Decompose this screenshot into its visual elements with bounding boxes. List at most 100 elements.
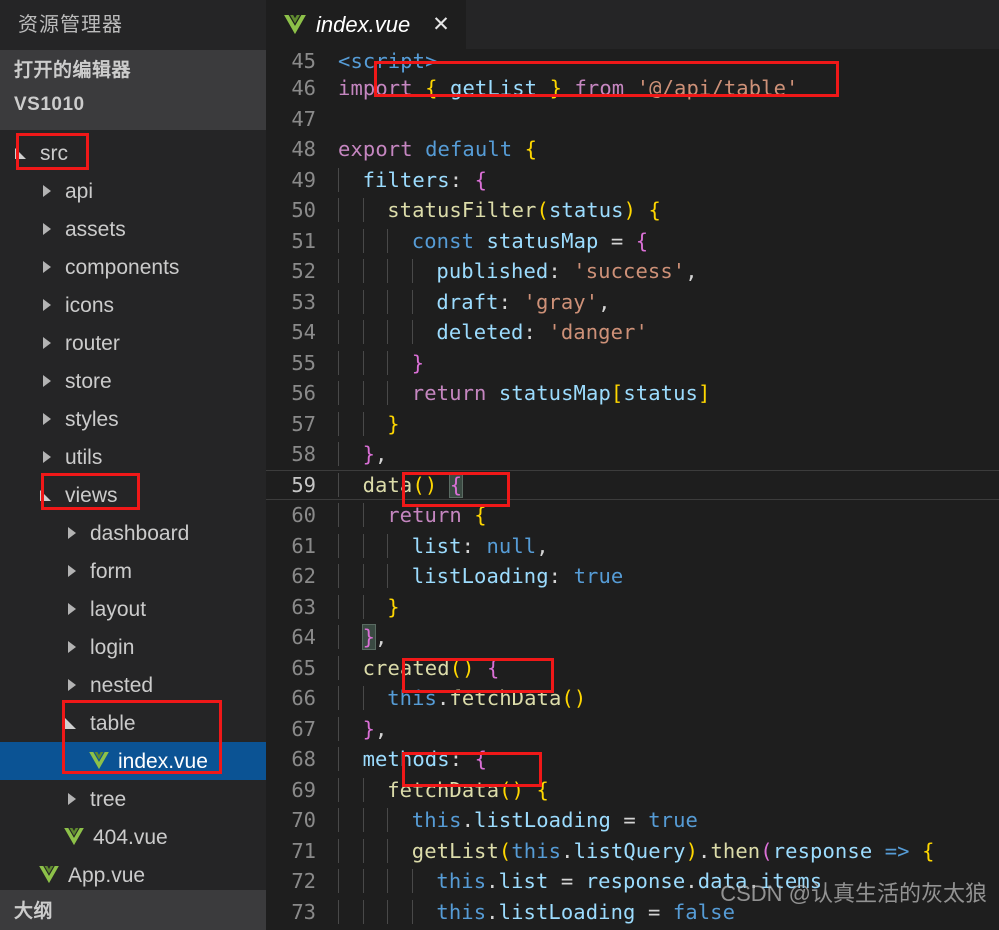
chevron-down-icon[interactable]	[14, 145, 30, 161]
tree-item-label: assets	[65, 217, 126, 241]
code-token: :	[548, 259, 574, 284]
code-line[interactable]: 69 fetchData() {	[266, 775, 999, 806]
tree-item-router[interactable]: router	[0, 324, 266, 362]
code-line-text: deleted: 'danger'	[338, 320, 999, 345]
tree-item-assets[interactable]: assets	[0, 210, 266, 248]
code-line[interactable]: 56 return statusMap[status]	[266, 378, 999, 409]
vue-icon	[284, 14, 306, 35]
tree-item-utils[interactable]: utils	[0, 438, 266, 476]
tree-item-store[interactable]: store	[0, 362, 266, 400]
tree-item-form[interactable]: form	[0, 552, 266, 590]
code-token: {	[635, 228, 649, 253]
code-token: statusMap	[498, 381, 611, 406]
chevron-right-icon[interactable]	[39, 449, 55, 465]
chevron-right-icon[interactable]	[64, 601, 80, 617]
code-line[interactable]: 52 published: 'success',	[266, 256, 999, 287]
code-line[interactable]: 62 listLoading: true	[266, 561, 999, 592]
chevron-right-icon[interactable]	[64, 525, 80, 541]
chevron-right-icon[interactable]	[39, 411, 55, 427]
line-number: 54	[291, 320, 316, 345]
open-editors-header[interactable]: 打开的编辑器	[0, 54, 266, 88]
code-token: {	[474, 747, 488, 772]
code-line[interactable]: 57}	[266, 409, 999, 440]
tree-item-api[interactable]: api	[0, 172, 266, 210]
tree-item-label: table	[90, 711, 136, 735]
tree-item-icons[interactable]: icons	[0, 286, 266, 324]
tree-item-components[interactable]: components	[0, 248, 266, 286]
tree-item-app-vue[interactable]: App.vue	[0, 856, 266, 894]
line-number: 48	[291, 137, 316, 162]
code-line[interactable]: 47	[266, 104, 999, 135]
outline-section: 大纲	[0, 890, 266, 930]
chevron-right-icon[interactable]	[39, 221, 55, 237]
code-line[interactable]: 65 created() {	[266, 653, 999, 684]
code-line[interactable]: 71 getList(this.listQuery).then(response …	[266, 836, 999, 867]
code-line[interactable]: 58},	[266, 439, 999, 470]
code-token: default	[425, 137, 513, 162]
code-line[interactable]: 46 import { getList } from '@/api/table'	[266, 73, 999, 104]
code-token: :	[498, 289, 524, 314]
code-line[interactable]: 66 this.fetchData()	[266, 683, 999, 714]
code-line[interactable]: 63}	[266, 592, 999, 623]
chevron-right-icon[interactable]	[64, 639, 80, 655]
tree-item-index-vue[interactable]: index.vue	[0, 742, 266, 780]
workspace-name[interactable]: VS1010	[0, 88, 266, 122]
close-icon[interactable]: ✕	[432, 14, 450, 35]
tree-item-styles[interactable]: styles	[0, 400, 266, 438]
tab-index-vue[interactable]: index.vue ✕	[266, 0, 466, 49]
code-token: null	[486, 533, 537, 558]
code-line[interactable]: 53 draft: 'gray',	[266, 287, 999, 318]
code-token: created	[362, 655, 450, 680]
tree-item-nested[interactable]: nested	[0, 666, 266, 704]
code-line[interactable]: 68 methods: {	[266, 744, 999, 775]
outline-header[interactable]: 大纲	[0, 890, 266, 930]
code-token: fetchData	[449, 686, 562, 711]
tree-item-views[interactable]: views	[0, 476, 266, 514]
code-line[interactable]: 73 this.listLoading = false	[266, 897, 999, 928]
code-line[interactable]: 70 this.listLoading = true	[266, 805, 999, 836]
tree-item-dashboard[interactable]: dashboard	[0, 514, 266, 552]
tree-item-label: form	[90, 559, 132, 583]
tree-item-table[interactable]: table	[0, 704, 266, 742]
code-token: true	[648, 808, 699, 833]
code-line[interactable]: 45 <script>	[266, 49, 999, 73]
code-token: {	[524, 137, 538, 162]
tree-item-login[interactable]: login	[0, 628, 266, 666]
chevron-right-icon[interactable]	[64, 791, 80, 807]
chevron-right-icon[interactable]	[39, 373, 55, 389]
tree-item-layout[interactable]: layout	[0, 590, 266, 628]
code-line[interactable]: 48 export default {	[266, 134, 999, 165]
code-line[interactable]: 50 statusFilter(status) {	[266, 195, 999, 226]
code-line[interactable]: 54 deleted: 'danger'	[266, 317, 999, 348]
chevron-right-icon[interactable]	[39, 335, 55, 351]
code-token: )	[623, 198, 637, 223]
code-token: }	[362, 716, 376, 741]
tree-item-404-vue[interactable]: 404.vue	[0, 818, 266, 856]
chevron-right-icon[interactable]	[39, 297, 55, 313]
code-line[interactable]: 72 this.list = response.data.items	[266, 866, 999, 897]
code-line[interactable]: 64},	[266, 622, 999, 653]
code-line[interactable]: 67},	[266, 714, 999, 745]
code-line[interactable]: 51 const statusMap = {	[266, 226, 999, 257]
chevron-right-icon[interactable]	[64, 677, 80, 693]
chevron-down-icon[interactable]	[64, 715, 80, 731]
code-line[interactable]: 60 return {	[266, 500, 999, 531]
code-editor[interactable]: 45 <script> 46 import { getList } from '@/a…	[266, 49, 999, 930]
code-token: }	[362, 442, 376, 467]
tree-item-tree[interactable]: tree	[0, 780, 266, 818]
code-line[interactable]: 61 list: null,	[266, 531, 999, 562]
chevron-down-icon[interactable]	[39, 487, 55, 503]
chevron-right-icon[interactable]	[39, 259, 55, 275]
code-line[interactable]: 55}	[266, 348, 999, 379]
tree-item-src[interactable]: src	[0, 134, 266, 172]
chevron-right-icon[interactable]	[39, 183, 55, 199]
chevron-right-icon[interactable]	[64, 563, 80, 579]
code-line[interactable]: 49 filters: {	[266, 165, 999, 196]
code-line[interactable]: 59 data() {	[266, 469, 999, 500]
line-number: 51	[291, 228, 316, 253]
code-line-text: published: 'success',	[338, 259, 999, 284]
